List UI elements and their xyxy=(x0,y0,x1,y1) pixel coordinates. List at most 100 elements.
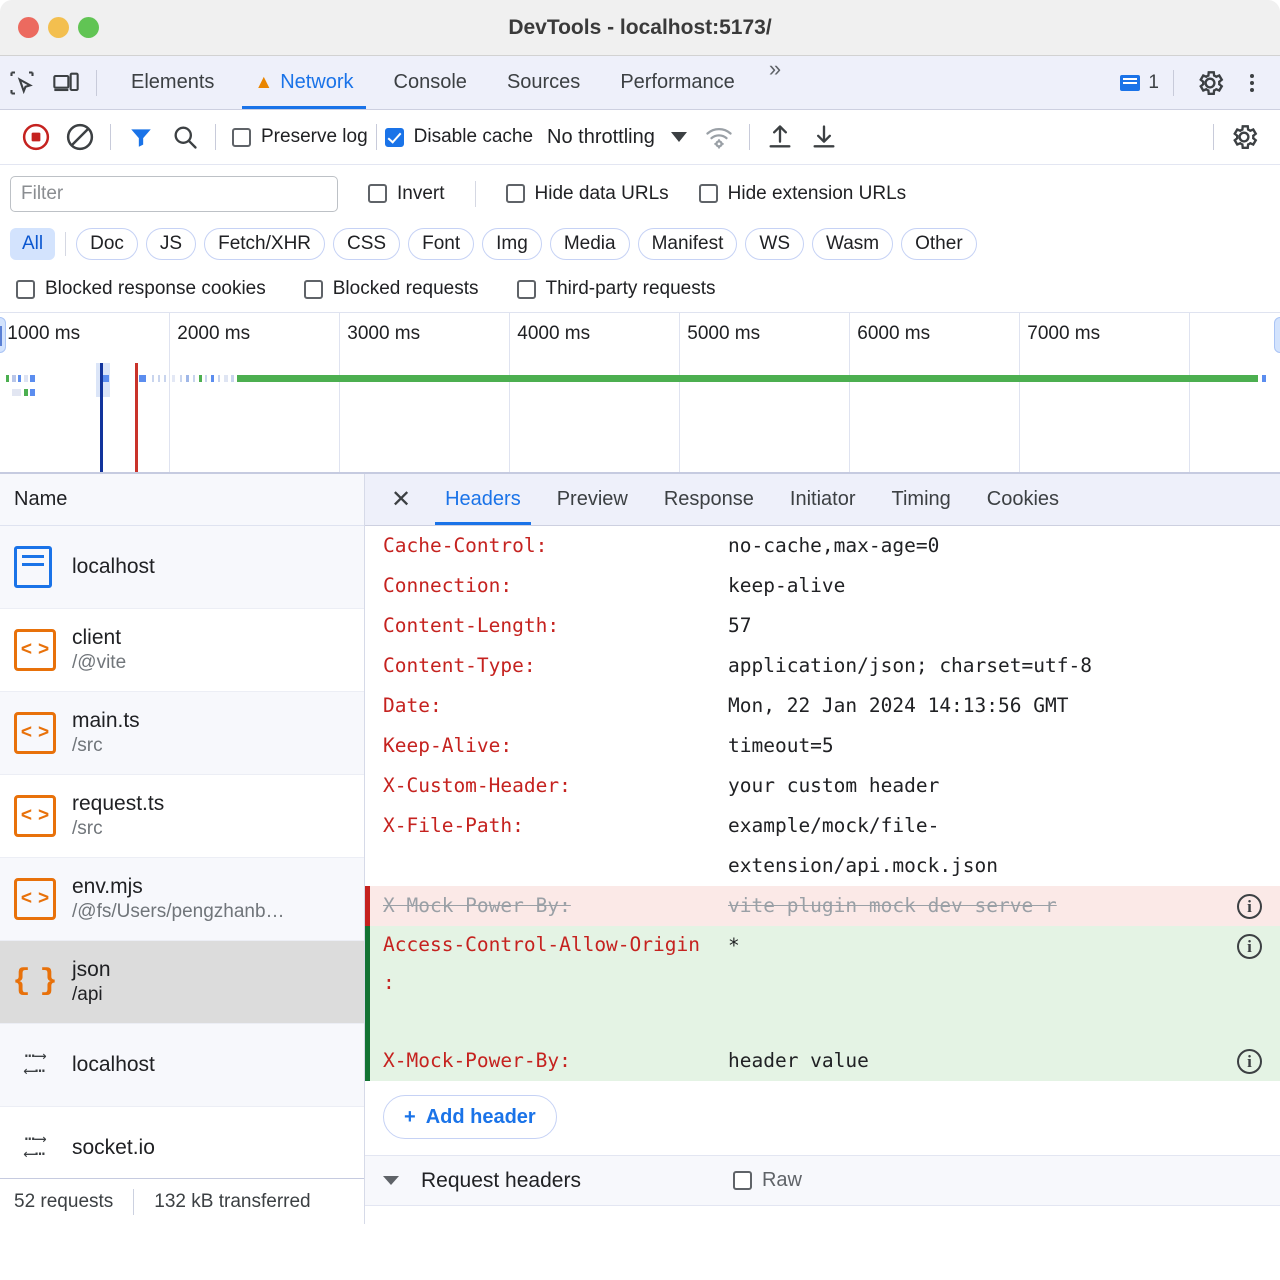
request-row-client[interactable]: < > client /@vite xyxy=(0,609,364,692)
hide-extension-urls-checkbox[interactable]: Hide extension URLs xyxy=(699,183,906,205)
device-toolbar-icon[interactable] xyxy=(44,63,88,103)
header-value[interactable]: no-cache,max-age=0 xyxy=(728,526,1280,566)
header-value[interactable]: header value xyxy=(728,1041,1280,1081)
header-row[interactable]: Keep-Alive: timeout=5 xyxy=(365,726,1280,766)
info-icon[interactable]: i xyxy=(1237,1049,1262,1074)
wifi-settings-icon[interactable] xyxy=(697,117,741,157)
third-party-requests-checkbox[interactable]: Third-party requests xyxy=(517,278,716,300)
chip-font[interactable]: Font xyxy=(408,228,474,260)
header-key[interactable]: Access-Control-Allow-Origin : xyxy=(383,926,728,1002)
minimize-window-button[interactable] xyxy=(48,17,69,38)
chip-js[interactable]: JS xyxy=(146,228,196,260)
console-message-count[interactable]: 1 xyxy=(1120,72,1159,94)
tab-performance[interactable]: Performance xyxy=(600,56,755,109)
request-row-localhost-doc[interactable]: localhost xyxy=(0,526,364,609)
network-overview-timeline[interactable]: 1000 ms 2000 ms 3000 ms 4000 ms 5000 ms … xyxy=(0,312,1280,474)
header-value[interactable]: timeout=5 xyxy=(728,726,1280,766)
upload-har-icon[interactable] xyxy=(758,117,802,157)
tab-console[interactable]: Console xyxy=(374,56,487,109)
chip-all[interactable]: All xyxy=(10,228,55,260)
blocked-response-cookies-checkbox[interactable]: Blocked response cookies xyxy=(16,278,266,300)
kebab-menu-icon[interactable] xyxy=(1238,68,1266,98)
tab-response[interactable]: Response xyxy=(646,474,772,525)
request-headers-section-header[interactable]: Request headers Raw xyxy=(365,1156,1280,1206)
header-value[interactable]: * xyxy=(728,926,1280,966)
header-value[interactable]: 57 xyxy=(728,606,1280,646)
tab-preview[interactable]: Preview xyxy=(539,474,646,525)
chip-fetch-xhr[interactable]: Fetch/XHR xyxy=(204,228,325,260)
tab-timing[interactable]: Timing xyxy=(874,474,969,525)
clear-icon[interactable] xyxy=(58,117,102,157)
filter-input[interactable] xyxy=(10,176,338,212)
download-har-icon[interactable] xyxy=(802,117,846,157)
header-value[interactable]: example/mock/file-extension/api.mock.jso… xyxy=(728,806,1158,886)
gear-icon[interactable] xyxy=(1188,63,1232,103)
info-icon[interactable]: i xyxy=(1237,894,1262,919)
add-header-wrapper: + Add header xyxy=(365,1081,1280,1156)
header-key[interactable]: X-Mock-Power-By: xyxy=(383,1041,728,1081)
tab-network[interactable]: ▲ Network xyxy=(234,56,373,109)
tab-elements[interactable]: Elements xyxy=(111,56,234,109)
raw-checkbox[interactable]: Raw xyxy=(733,1169,802,1192)
header-row[interactable]: Cache-Control: no-cache,max-age=0 xyxy=(365,526,1280,566)
raw-label: Raw xyxy=(762,1169,802,1192)
chip-wasm[interactable]: Wasm xyxy=(812,228,893,260)
header-value[interactable]: keep-alive xyxy=(728,566,1280,606)
request-header-row[interactable]: Accept: */* xyxy=(365,1206,1280,1224)
throttling-dropdown[interactable]: No throttling xyxy=(547,126,687,149)
tab-initiator[interactable]: Initiator xyxy=(772,474,874,525)
disable-cache-checkbox[interactable]: Disable cache xyxy=(385,126,533,148)
script-icon: < > xyxy=(14,878,56,920)
chip-css[interactable]: CSS xyxy=(333,228,400,260)
header-key: X-File-Path: xyxy=(383,806,728,846)
overview-right-handle[interactable] xyxy=(1274,317,1280,353)
invert-checkbox[interactable]: Invert xyxy=(368,183,445,205)
hide-data-urls-checkbox[interactable]: Hide data URLs xyxy=(506,183,669,205)
chip-doc[interactable]: Doc xyxy=(76,228,138,260)
request-row-main-ts[interactable]: < > main.ts /src xyxy=(0,692,364,775)
header-row-removed[interactable]: X Mock Power By: vite plugin mock dev se… xyxy=(365,886,1280,926)
blocked-requests-checkbox[interactable]: Blocked requests xyxy=(304,278,479,300)
tab-sources[interactable]: Sources xyxy=(487,56,600,109)
record-stop-icon[interactable] xyxy=(14,117,58,157)
add-header-button[interactable]: + Add header xyxy=(383,1095,557,1139)
preserve-log-checkbox[interactable]: Preserve log xyxy=(232,126,368,148)
tab-elements-label: Elements xyxy=(131,71,214,94)
filter-funnel-icon[interactable] xyxy=(119,117,163,157)
request-list-column-header[interactable]: Name xyxy=(0,474,364,526)
header-value[interactable]: your custom header xyxy=(728,766,1280,806)
close-window-button[interactable] xyxy=(18,17,39,38)
info-icon[interactable]: i xyxy=(1237,934,1262,959)
chip-img[interactable]: Img xyxy=(482,228,542,260)
request-row-env-mjs[interactable]: < > env.mjs /@fs/Users/pengzhanb… xyxy=(0,858,364,941)
request-row-localhost-ws[interactable]: ⋯⟶⟵⋯ localhost xyxy=(0,1024,364,1107)
chip-other[interactable]: Other xyxy=(901,228,977,260)
header-value[interactable]: Mon, 22 Jan 2024 14:13:56 GMT xyxy=(728,686,1280,726)
window-traffic-lights[interactable] xyxy=(18,17,99,38)
header-row[interactable]: Date: Mon, 22 Jan 2024 14:13:56 GMT xyxy=(365,686,1280,726)
request-row-request-ts[interactable]: < > request.ts /src xyxy=(0,775,364,858)
request-row-socket-io[interactable]: ⋯⟶⟵⋯ socket.io xyxy=(0,1107,364,1178)
header-row[interactable]: Connection: keep-alive xyxy=(365,566,1280,606)
tab-headers[interactable]: Headers xyxy=(427,474,539,525)
more-tabs-icon[interactable]: » xyxy=(755,56,795,109)
chip-manifest[interactable]: Manifest xyxy=(638,228,738,260)
header-row[interactable]: X-Custom-Header: your custom header xyxy=(365,766,1280,806)
header-row[interactable]: X-File-Path: example/mock/file-extension… xyxy=(365,806,1280,886)
header-row-edited[interactable]: Access-Control-Allow-Origin : * i xyxy=(365,926,1280,1041)
request-row-json-api[interactable]: { } json /api xyxy=(0,941,364,1024)
network-settings-gear-icon[interactable] xyxy=(1222,117,1266,157)
tab-cookies[interactable]: Cookies xyxy=(969,474,1077,525)
header-row[interactable]: Content-Type: application/json; charset=… xyxy=(365,646,1280,686)
header-row[interactable]: Content-Length: 57 xyxy=(365,606,1280,646)
header-row-edited[interactable]: X-Mock-Power-By: header value i xyxy=(365,1041,1280,1081)
inspect-element-icon[interactable] xyxy=(0,63,44,103)
header-value[interactable]: application/json; charset=utf-8 xyxy=(728,646,1280,686)
close-icon[interactable]: ✕ xyxy=(375,488,427,512)
search-icon[interactable] xyxy=(163,117,207,157)
overview-left-handle[interactable] xyxy=(0,317,6,353)
chip-ws[interactable]: WS xyxy=(745,228,804,260)
chip-media[interactable]: Media xyxy=(550,228,630,260)
maximize-window-button[interactable] xyxy=(78,17,99,38)
extra-filter-row: Blocked response cookies Blocked request… xyxy=(0,266,1280,312)
